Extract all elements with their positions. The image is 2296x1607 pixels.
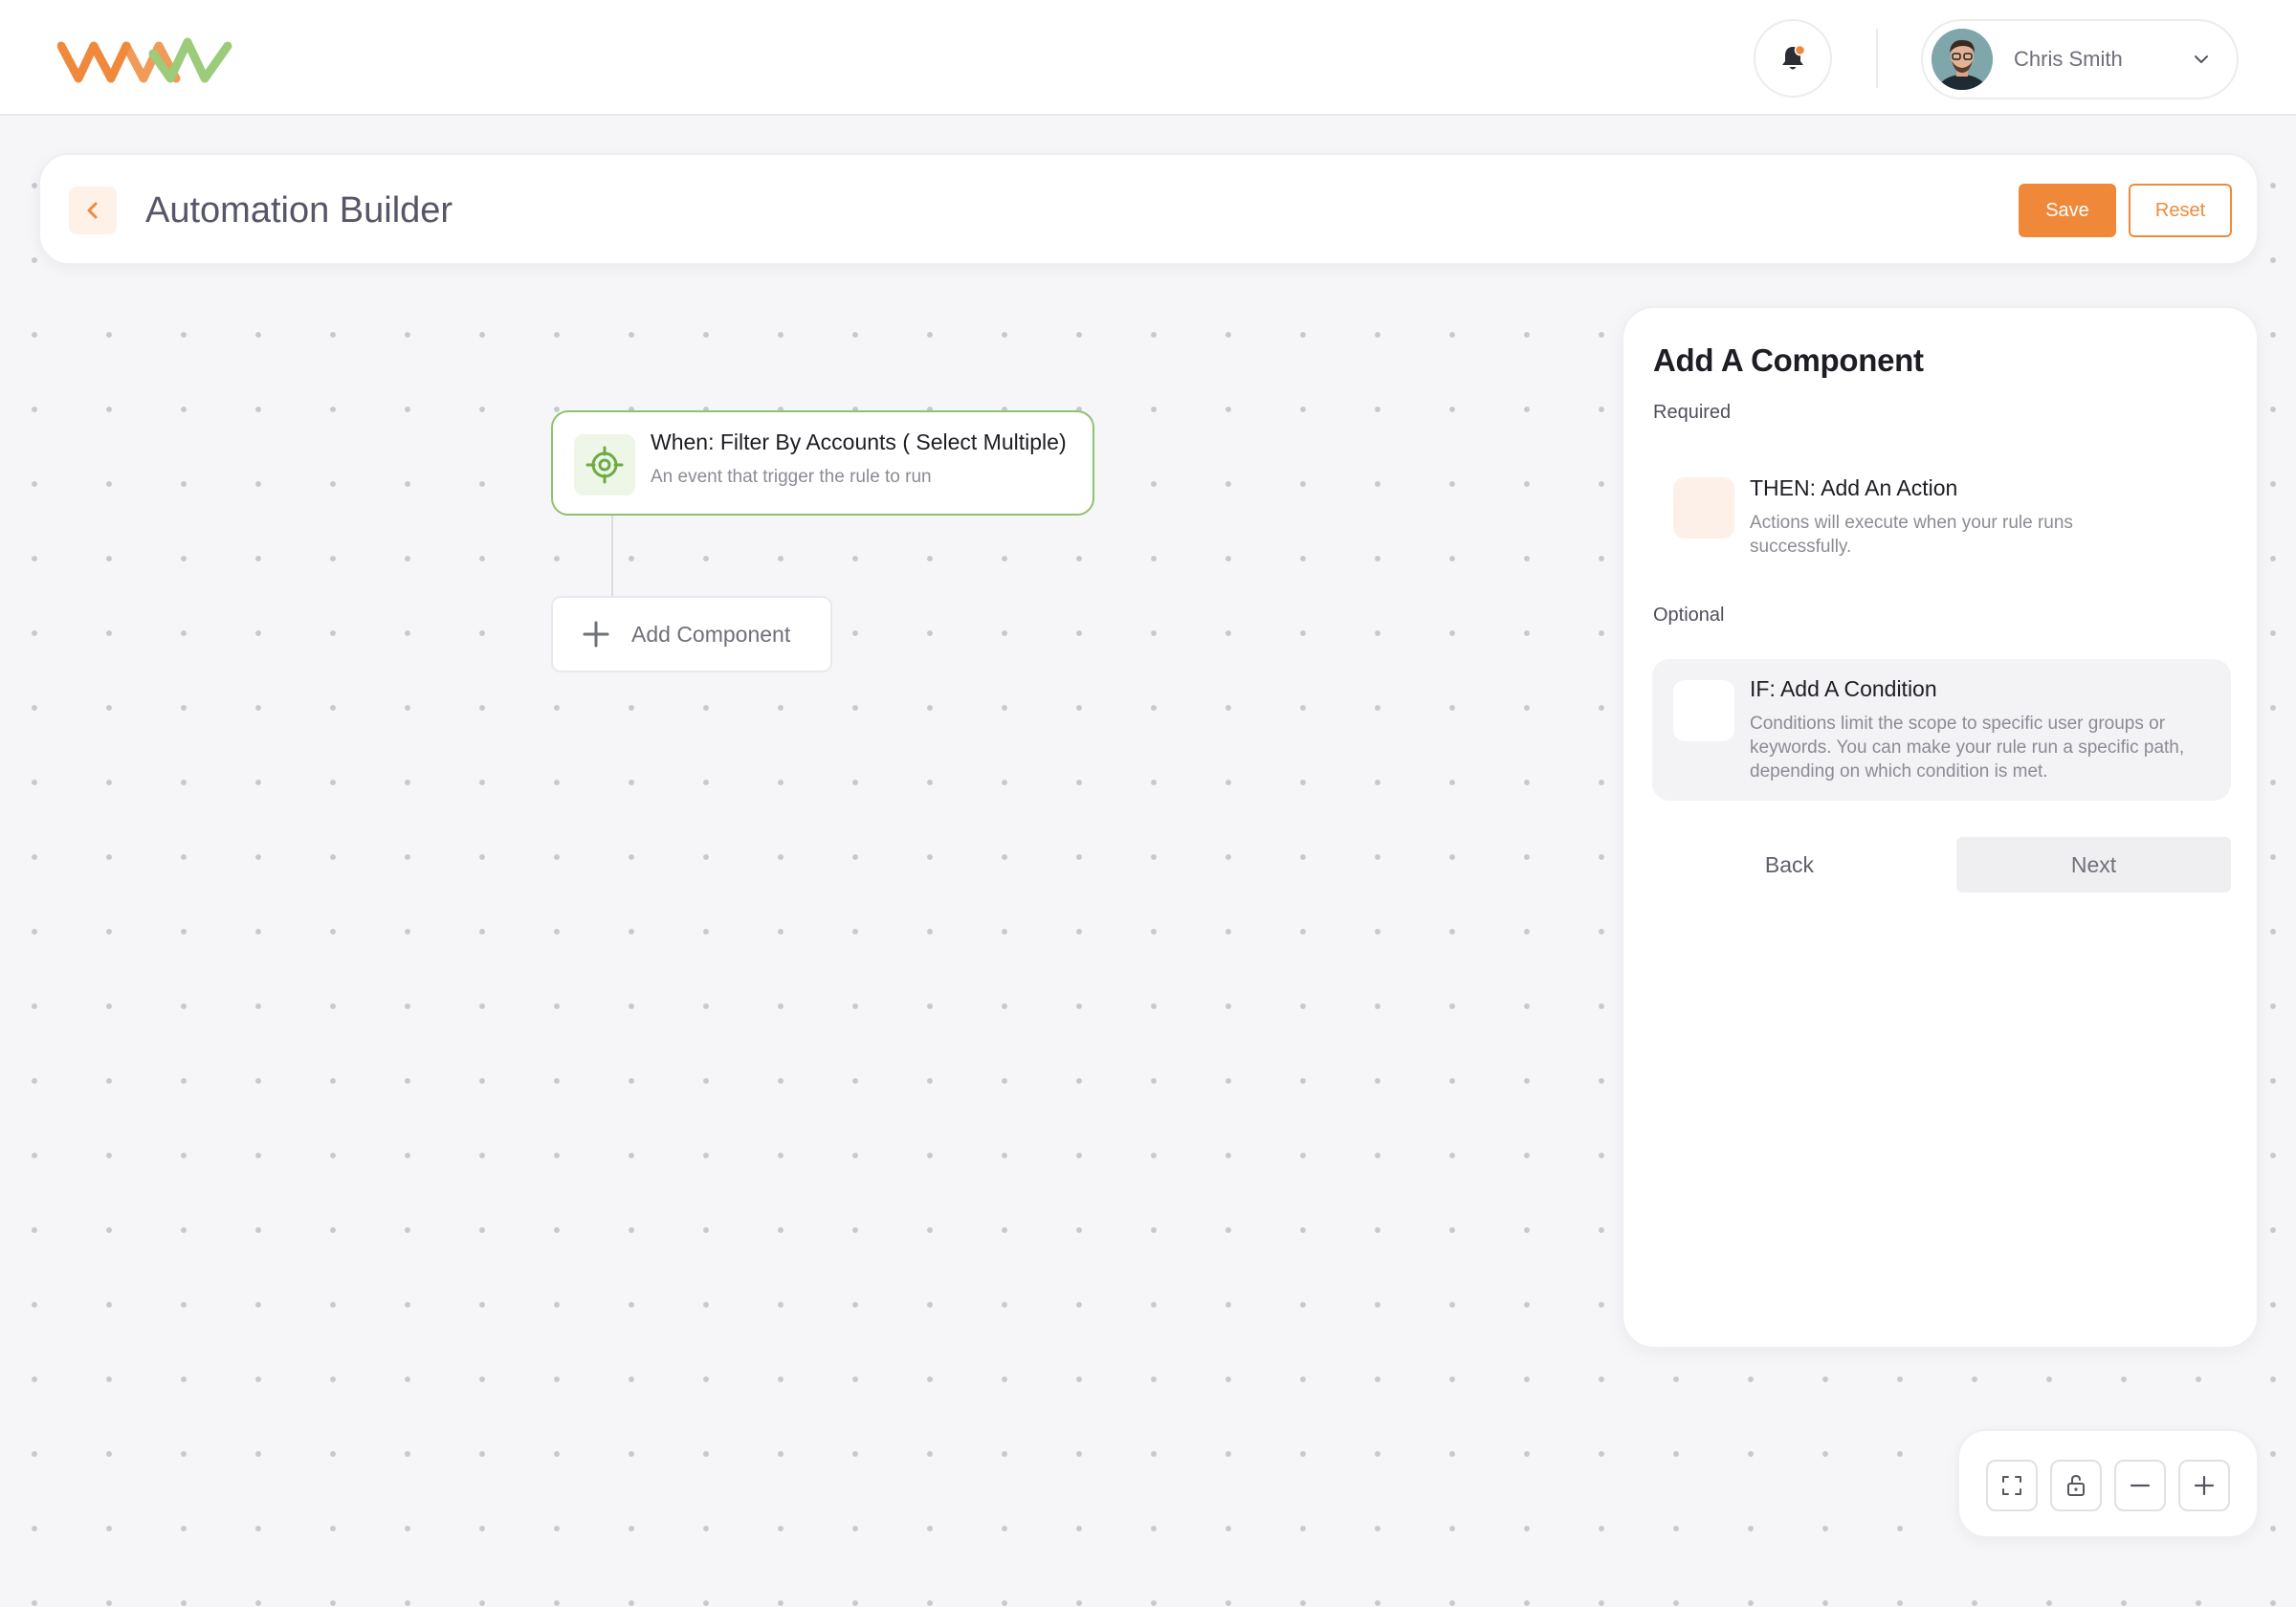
avatar [1932, 29, 1993, 90]
required-label: Required [1653, 402, 1732, 423]
chevron-down-icon [2195, 55, 2208, 63]
back-step-button[interactable]: Back [1653, 837, 1926, 892]
plus-icon [583, 621, 609, 648]
user-name: Chris Smith [2014, 47, 2123, 71]
zoom-out-button[interactable] [2114, 1460, 2166, 1511]
reset-button[interactable]: Reset [2129, 184, 2232, 237]
trigger-title: When: Filter By Accounts ( Select Multip… [651, 429, 1067, 454]
action-icon [1673, 477, 1734, 539]
minus-icon [2130, 1484, 2151, 1487]
bell-icon [1782, 44, 1806, 70]
chevron-left-icon [87, 202, 98, 219]
next-step-button[interactable]: Next [1956, 837, 2231, 892]
add-condition-option[interactable]: IF: Add A Condition Conditions limit the… [1652, 659, 2231, 801]
plus-icon [2194, 1475, 2215, 1496]
wave-logo[interactable] [56, 33, 235, 86]
fit-view-icon [2002, 1476, 2021, 1495]
notifications-button[interactable] [1754, 19, 1832, 98]
lock-toggle-button[interactable] [2050, 1460, 2102, 1511]
back-button[interactable] [69, 187, 117, 234]
trigger-node[interactable]: When: Filter By Accounts ( Select Multip… [551, 410, 1094, 516]
add-component-label: Add Component [631, 621, 791, 647]
add-component-panel: Add A Component Required THEN: Add An Ac… [1622, 306, 2259, 1349]
top-bar: Chris Smith [0, 0, 2296, 116]
page-title: Automation Builder [145, 190, 453, 231]
user-menu[interactable]: Chris Smith [1921, 19, 2239, 99]
fit-view-button[interactable] [1986, 1460, 2038, 1511]
trigger-subtitle: An event that trigger the rule to run [651, 467, 932, 487]
add-component-button[interactable]: Add Component [551, 596, 832, 672]
condition-icon [1673, 680, 1734, 741]
target-icon [574, 434, 635, 495]
add-action-option[interactable]: THEN: Add An Action Actions will execute… [1652, 439, 2231, 573]
canvas-controls [1957, 1429, 2259, 1538]
unlock-icon [2067, 1474, 2085, 1496]
topbar-divider [1876, 29, 1878, 88]
action-description: Actions will execute when your rule runs… [1750, 513, 2073, 557]
optional-label: Optional [1653, 605, 1725, 626]
zoom-in-button[interactable] [2178, 1460, 2230, 1511]
node-connector [611, 516, 613, 596]
condition-description: Conditions limit the scope to specific u… [1750, 714, 2185, 781]
panel-title: Add A Component [1653, 342, 1924, 378]
page-header: Automation Builder Save Reset [38, 153, 2259, 265]
action-title: THEN: Add An Action [1750, 475, 1958, 500]
save-button[interactable]: Save [2019, 184, 2116, 237]
condition-title: IF: Add A Condition [1750, 676, 1937, 701]
